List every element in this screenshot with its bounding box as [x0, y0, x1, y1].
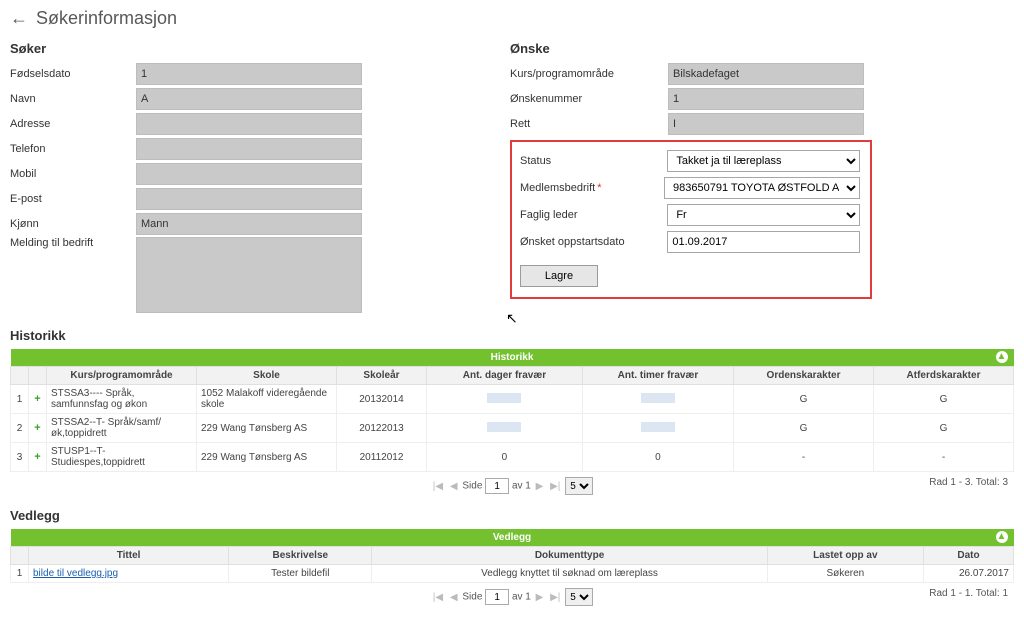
attachments-header-row: Tittel Beskrivelse Dokumenttype Lastet o…	[11, 547, 1014, 565]
phone-field[interactable]	[136, 138, 362, 160]
pager-page-input[interactable]	[485, 478, 509, 494]
table-row[interactable]: 1 bilde til vedlegg.jpg Tester bildefil …	[11, 565, 1014, 583]
pager-first-icon[interactable]: |◀	[433, 592, 443, 603]
redacted-value	[487, 422, 521, 432]
history-bar: Historikk ▲	[11, 349, 1014, 367]
wish-heading: Ønske	[510, 41, 1014, 56]
pager-summary: Rad 1 - 3. Total: 3	[929, 477, 1008, 488]
pager-prev-icon[interactable]: ◀	[450, 481, 458, 492]
label-status: Status	[520, 155, 667, 167]
redacted-value	[487, 393, 521, 403]
label-phone: Telefon	[10, 143, 136, 155]
address-field[interactable]	[136, 113, 362, 135]
label-address: Adresse	[10, 118, 136, 130]
status-box: Status Takket ja til læreplass Medlemsbe…	[510, 140, 872, 299]
label-leader: Faglig leder	[520, 209, 667, 221]
pager-last-icon[interactable]: ▶|	[550, 481, 560, 492]
label-name: Navn	[10, 93, 136, 105]
history-table: Historikk ▲ Kurs/programområde Skole Sko…	[10, 349, 1014, 472]
label-right: Rett	[510, 118, 668, 130]
email-field[interactable]	[136, 188, 362, 210]
page-title-text: Søkerinformasjon	[36, 8, 177, 29]
leader-select[interactable]: Fr	[667, 204, 860, 226]
history-pager: |◀ ◀ Side av 1 ▶ ▶| 5 Rad 1 - 3. Total: …	[10, 474, 1014, 498]
back-arrow-icon[interactable]: ←	[10, 8, 28, 29]
right-field[interactable]	[668, 113, 864, 135]
label-startdate: Ønsket oppstartsdato	[520, 236, 667, 248]
label-message: Melding til bedrift	[10, 237, 136, 249]
label-email: E-post	[10, 193, 136, 205]
label-birthdate: Fødselsdato	[10, 68, 136, 80]
collapse-icon[interactable]: ▲	[996, 351, 1008, 363]
page-title: ← Søkerinformasjon	[10, 8, 1014, 29]
pager-first-icon[interactable]: |◀	[433, 481, 443, 492]
expand-icon[interactable]: +	[34, 422, 40, 434]
redacted-value	[641, 422, 675, 432]
attachments-bar: Vedlegg ▲	[11, 529, 1014, 547]
wishno-field[interactable]	[668, 88, 864, 110]
label-course: Kurs/programområde	[510, 68, 668, 80]
name-field[interactable]	[136, 88, 362, 110]
table-row[interactable]: 3 + STUSP1--T- Studiespes,toppidrett 229…	[11, 443, 1014, 472]
course-field[interactable]	[668, 63, 864, 85]
redacted-value	[641, 393, 675, 403]
history-heading: Historikk	[10, 328, 1014, 343]
attachments-pager: |◀ ◀ Side av 1 ▶ ▶| 5 Rad 1 - 1. Total: …	[10, 585, 1014, 609]
table-row[interactable]: 2 + STSSA2--T- Språk/samf/øk,toppidrett …	[11, 414, 1014, 443]
required-icon: *	[597, 182, 601, 194]
applicant-heading: Søker	[10, 41, 510, 56]
startdate-input[interactable]	[667, 231, 860, 253]
pager-size-select[interactable]: 5	[565, 588, 593, 606]
pager-summary: Rad 1 - 1. Total: 1	[929, 588, 1008, 599]
pager-last-icon[interactable]: ▶|	[550, 592, 560, 603]
pager-page-input[interactable]	[485, 589, 509, 605]
label-gender: Kjønn	[10, 218, 136, 230]
expand-icon[interactable]: +	[34, 451, 40, 463]
save-button[interactable]: Lagre	[520, 265, 598, 287]
pager-next-icon[interactable]: ▶	[536, 481, 544, 492]
expand-icon[interactable]: +	[34, 393, 40, 405]
attachments-heading: Vedlegg	[10, 508, 1014, 523]
label-wishno: Ønskenummer	[510, 93, 668, 105]
message-field[interactable]	[136, 237, 362, 313]
table-row[interactable]: 1 + STSSA3---- Språk, samfunnsfag og øko…	[11, 385, 1014, 414]
gender-field[interactable]	[136, 213, 362, 235]
pager-size-select[interactable]: 5	[565, 477, 593, 495]
history-header-row: Kurs/programområde Skole Skoleår Ant. da…	[11, 367, 1014, 385]
label-memberco: Medlemsbedrift*	[520, 182, 664, 194]
attachments-table: Vedlegg ▲ Tittel Beskrivelse Dokumenttyp…	[10, 529, 1014, 583]
mobile-field[interactable]	[136, 163, 362, 185]
label-mobile: Mobil	[10, 168, 136, 180]
status-select[interactable]: Takket ja til læreplass	[667, 150, 860, 172]
birthdate-field[interactable]	[136, 63, 362, 85]
pager-prev-icon[interactable]: ◀	[450, 592, 458, 603]
collapse-icon[interactable]: ▲	[996, 531, 1008, 543]
memberco-select[interactable]: 983650791 TOYOTA ØSTFOLD AS	[664, 177, 860, 199]
pager-next-icon[interactable]: ▶	[536, 592, 544, 603]
attachment-title-link[interactable]: bilde til vedlegg.jpg	[33, 568, 118, 579]
